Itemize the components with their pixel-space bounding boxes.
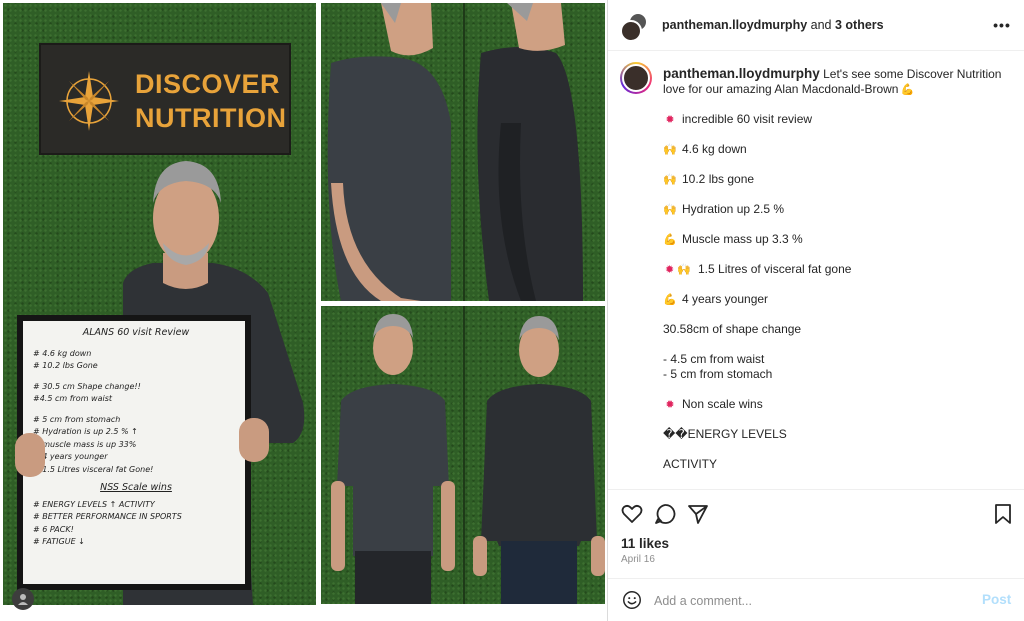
caption-line: ✹ incredible 60 visit review	[663, 112, 812, 128]
whiteboard-line: # 4.6 kg down	[33, 348, 92, 358]
caption-line: ��ENERGY LEVELS	[663, 427, 787, 442]
photo-main: DISCOVER NUTRITION ALANS 60 visit Review…	[3, 3, 316, 605]
comment-bar: Post	[608, 578, 1024, 621]
author-username[interactable]: pantheman.lloydmurphy	[662, 18, 807, 32]
caption-emoji-icon: ✹	[665, 114, 675, 126]
caption-line-text: 10.2 lbs gone	[682, 172, 755, 186]
sensitive-content-icon[interactable]	[12, 588, 34, 610]
whiteboard-line: # FATIGUE ↓	[33, 537, 85, 546]
likes-count[interactable]: 11 likes	[621, 536, 669, 551]
caption-line-text: 1.5 Litres of visceral fat gone	[698, 262, 852, 276]
right-hand	[239, 418, 269, 462]
caption-username[interactable]: pantheman.lloydmurphy	[663, 66, 820, 81]
caption-line: - 5 cm from stomach	[663, 367, 772, 382]
whiteboard-line: # 1.5 Litres visceral fat Gone!	[33, 464, 154, 474]
caption-line-text: 30.58cm of shape change	[663, 322, 802, 336]
caption-line-text: - 5 cm from stomach	[663, 367, 773, 381]
brand-sign: DISCOVER NUTRITION	[39, 43, 291, 155]
caption-emoji-icon: ✹	[665, 399, 675, 411]
front-view-figures	[331, 306, 605, 604]
caption-emoji-icon: ✹ 🙌	[665, 264, 691, 276]
whiteboard-line: # ENERGY LEVELS ↑ ACTIVITY	[33, 499, 155, 509]
caption-line: ✹ 🙌 1.5 Litres of visceral fat gone	[663, 262, 851, 278]
collab-others-link[interactable]: 3 others	[835, 18, 884, 32]
caption-emoji-icon: 🙌	[663, 144, 677, 156]
whiteboard-line: # BETTER PERFORMANCE IN SPORTS	[33, 512, 182, 521]
share-icon[interactable]	[686, 502, 710, 526]
author-and: and	[807, 18, 835, 32]
muscle-emoji-icon: 💪	[900, 84, 915, 96]
caption-line-text: 4 years younger	[682, 292, 769, 306]
caption-line-text: - 4.5 cm from waist	[663, 352, 765, 366]
caption-intro: pantheman.lloydmurphy Let's see some Dis…	[663, 66, 1013, 98]
caption-line: 🙌 10.2 lbs gone	[663, 172, 754, 188]
heart-icon[interactable]	[620, 502, 644, 526]
photo-front-view	[321, 306, 605, 604]
more-icon[interactable]: •••	[992, 15, 1012, 35]
post-sidebar: pantheman.lloydmurphy and 3 others ••• p…	[607, 0, 1024, 621]
caption-line: 💪 4 years younger	[663, 292, 768, 308]
caption-line-text: 4.6 kg down	[682, 142, 747, 156]
post-comment-button[interactable]: Post	[982, 592, 1011, 607]
caption-line: 🙌 Hydration up 2.5 %	[663, 202, 784, 218]
left-hand	[15, 433, 45, 477]
caption-line: 💪 Muscle mass up 3.3 %	[663, 232, 803, 248]
whiteboard-line: # Hydration is up 2.5 % ↑	[33, 427, 138, 436]
post-caption: pantheman.lloydmurphy Let's see some Dis…	[608, 52, 1024, 488]
caption-line-text: ��ENERGY LEVELS	[663, 427, 787, 441]
caption-line: 30.58cm of shape change	[663, 322, 801, 337]
caption-avatar[interactable]	[620, 62, 652, 94]
caption-line: ✹ Non scale wins	[663, 397, 763, 413]
emoji-icon[interactable]	[621, 589, 643, 611]
whiteboard-subtitle: NSS Scale wins	[100, 482, 172, 493]
whiteboard-text: ALANS 60 visit Review # 4.6 kg down # 10…	[33, 327, 239, 549]
caption-line: ACTIVITY	[663, 457, 717, 472]
bookmark-icon[interactable]	[991, 502, 1015, 526]
comment-icon[interactable]	[653, 502, 677, 526]
post-date[interactable]: April 16	[621, 554, 655, 565]
post-actions: 11 likes April 16 Post	[608, 489, 1024, 621]
whiteboard-line: # 30.5 cm Shape change!!	[33, 381, 141, 391]
side-profile-figures	[327, 3, 583, 301]
caption-line-text: Non scale wins	[682, 397, 763, 411]
whiteboard-line: # 5 cm from stomach	[33, 414, 121, 424]
avatar[interactable]	[620, 20, 642, 42]
post-media[interactable]: DISCOVER NUTRITION ALANS 60 visit Review…	[0, 0, 607, 621]
whiteboard-line: # 4 years younger	[33, 452, 108, 461]
caption-line: - 4.5 cm from waist	[663, 352, 764, 367]
brand-sign-line1: DISCOVER	[135, 69, 281, 99]
caption-line-text: incredible 60 visit review	[682, 112, 813, 126]
collab-avatars[interactable]	[620, 12, 650, 42]
compass-icon	[59, 71, 119, 131]
photo-side-profile	[321, 3, 605, 301]
whiteboard-line: # 10.2 lbs Gone	[33, 361, 98, 370]
caption-line-text: Muscle mass up 3.3 %	[682, 232, 803, 246]
whiteboard-line: # 6 PACK!	[33, 524, 74, 534]
whiteboard-line: #4.5 cm from waist	[33, 394, 113, 403]
whiteboard-title: ALANS 60 visit Review	[82, 327, 190, 338]
comment-input[interactable]	[654, 591, 954, 611]
whiteboard-line: # muscle mass is up 33%	[33, 439, 137, 449]
brand-sign-line2: NUTRITION	[135, 103, 287, 133]
caption-line: 🙌 4.6 kg down	[663, 142, 747, 158]
caption-emoji-icon: 💪	[663, 294, 677, 306]
post-header: pantheman.lloydmurphy and 3 others •••	[608, 0, 1024, 51]
caption-emoji-icon: 💪	[663, 234, 677, 246]
caption-emoji-icon: 🙌	[663, 174, 677, 186]
caption-emoji-icon: 🙌	[663, 204, 677, 216]
caption-line-text: ACTIVITY	[663, 457, 718, 471]
caption-line-text: Hydration up 2.5 %	[682, 202, 785, 216]
brand-sign-text: DISCOVER NUTRITION	[135, 67, 286, 135]
whiteboard: ALANS 60 visit Review # 4.6 kg down # 10…	[17, 315, 251, 590]
post-authors: pantheman.lloydmurphy and 3 others	[662, 18, 884, 32]
